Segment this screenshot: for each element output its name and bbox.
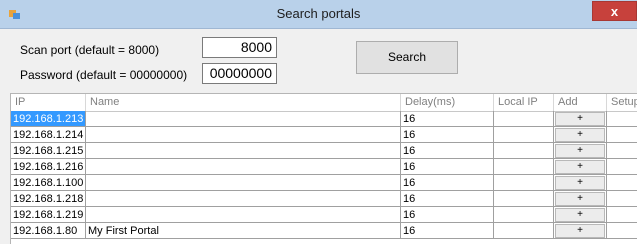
title-bar[interactable]: Search portals x [0,0,637,29]
delay-cell[interactable]: 16 [401,143,494,159]
name-cell[interactable] [86,127,401,143]
table-row[interactable]: 192.168.1.219 16 + [11,207,637,223]
add-button[interactable]: + [555,176,605,190]
table-row[interactable]: 192.168.1.214 16 + [11,127,637,143]
local-ip-cell[interactable] [494,159,554,175]
name-cell[interactable] [86,143,401,159]
scan-port-field[interactable]: 8000 [202,37,277,58]
ip-cell[interactable]: 192.168.1.215 [11,143,86,159]
setup-cell[interactable] [607,143,637,159]
add-button[interactable]: + [555,224,605,238]
add-cell: + [554,191,607,207]
setup-cell[interactable] [607,191,637,207]
search-portals-window: Search portals x Scan port (default = 80… [0,0,637,244]
add-button[interactable]: + [555,208,605,222]
add-button[interactable]: + [555,128,605,142]
local-ip-cell[interactable] [494,143,554,159]
add-cell: + [554,223,607,239]
local-ip-cell[interactable] [494,223,554,239]
name-cell[interactable]: My First Portal [86,223,401,239]
local-ip-cell[interactable] [494,111,554,127]
local-ip-cell[interactable] [494,175,554,191]
add-cell: + [554,127,607,143]
table-row[interactable]: 192.168.1.216 16 + [11,159,637,175]
ip-cell[interactable]: 192.168.1.213 [11,111,86,127]
delay-cell[interactable]: 16 [401,127,494,143]
add-cell: + [554,111,607,127]
scan-port-label: Scan port (default = 8000) [20,43,160,57]
add-cell: + [554,175,607,191]
setup-cell[interactable] [607,159,637,175]
add-cell: + [554,143,607,159]
column-header-setup[interactable]: Setup [607,94,637,111]
name-cell[interactable] [86,159,401,175]
column-header-ip[interactable]: IP [11,94,86,111]
setup-cell[interactable] [607,175,637,191]
delay-cell[interactable]: 16 [401,207,494,223]
password-field[interactable]: 00000000 [202,63,277,84]
delay-cell[interactable]: 16 [401,223,494,239]
window-title: Search portals [276,6,361,21]
local-ip-cell[interactable] [494,127,554,143]
table-header: IP Name Delay(ms) Local IP Add Setup [11,94,637,112]
column-header-name[interactable]: Name [86,94,401,111]
column-header-delay[interactable]: Delay(ms) [401,94,494,111]
close-button[interactable]: x [592,1,637,21]
column-header-add[interactable]: Add [554,94,607,111]
table-row[interactable]: 192.168.1.80 My First Portal 16 + [11,223,637,239]
ip-cell[interactable]: 192.168.1.219 [11,207,86,223]
delay-cell[interactable]: 16 [401,111,494,127]
add-cell: + [554,159,607,175]
add-button[interactable]: + [555,160,605,174]
local-ip-cell[interactable] [494,191,554,207]
delay-cell[interactable]: 16 [401,159,494,175]
table-row[interactable]: 192.168.1.218 16 + [11,191,637,207]
setup-cell[interactable] [607,207,637,223]
name-cell[interactable] [86,175,401,191]
local-ip-cell[interactable] [494,207,554,223]
column-header-local-ip[interactable]: Local IP [494,94,554,111]
delay-cell[interactable]: 16 [401,175,494,191]
delay-cell[interactable]: 16 [401,191,494,207]
table-row[interactable]: 192.168.1.215 16 + [11,143,637,159]
password-label: Password (default = 00000000) [20,68,188,82]
portal-table: IP Name Delay(ms) Local IP Add Setup 192… [10,93,637,244]
ip-cell[interactable]: 192.168.1.218 [11,191,86,207]
table-row[interactable]: 192.168.1.213 16 + [11,111,637,127]
add-button[interactable]: + [555,192,605,206]
setup-cell[interactable] [607,111,637,127]
ip-cell[interactable]: 192.168.1.214 [11,127,86,143]
table-row[interactable]: 192.168.1.100 16 + [11,175,637,191]
setup-cell[interactable] [607,127,637,143]
ip-cell[interactable]: 192.168.1.80 [11,223,86,239]
name-cell[interactable] [86,207,401,223]
ip-cell[interactable]: 192.168.1.216 [11,159,86,175]
add-button[interactable]: + [555,144,605,158]
add-button[interactable]: + [555,112,605,126]
setup-cell[interactable] [607,223,637,239]
add-cell: + [554,207,607,223]
name-cell[interactable] [86,111,401,127]
ip-cell[interactable]: 192.168.1.100 [11,175,86,191]
search-button[interactable]: Search [356,41,458,74]
name-cell[interactable] [86,191,401,207]
